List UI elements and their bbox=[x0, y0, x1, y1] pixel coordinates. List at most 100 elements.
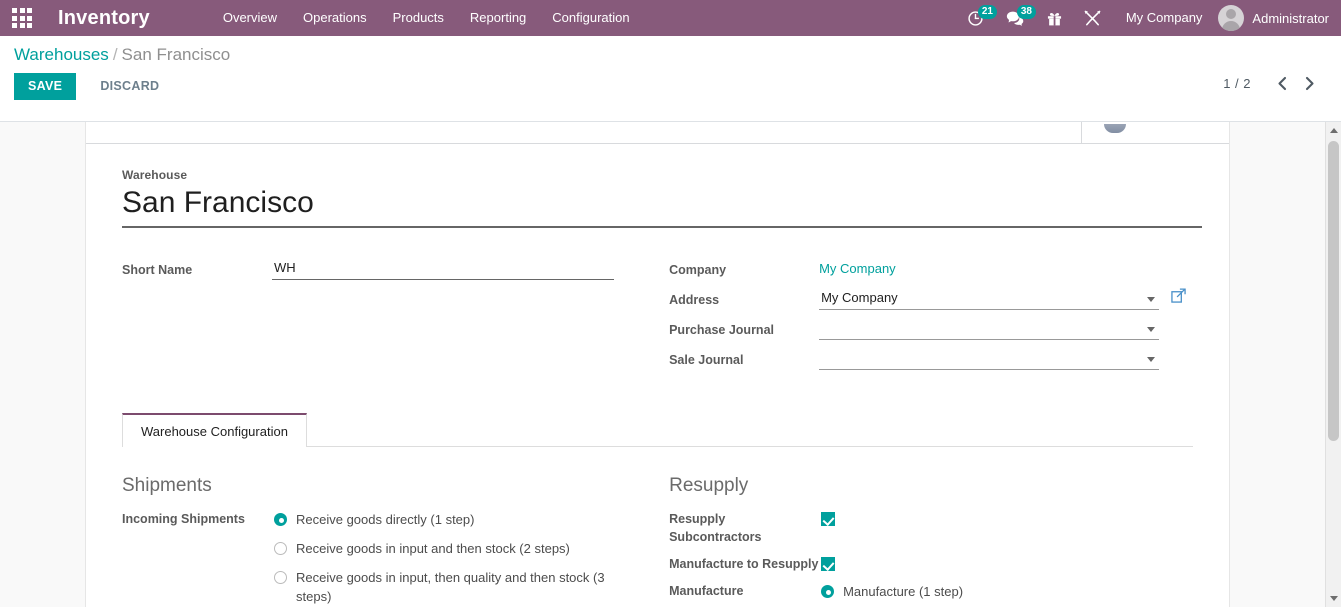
warehouse-name-input[interactable] bbox=[122, 184, 1202, 228]
menu-item-configuration[interactable]: Configuration bbox=[539, 0, 642, 36]
field-sale-journal: Sale Journal bbox=[669, 348, 1193, 373]
sale-journal-input[interactable] bbox=[819, 348, 1160, 370]
form-sheet: Warehouse Short Name bbox=[85, 122, 1230, 607]
menu-item-reporting[interactable]: Reporting bbox=[457, 0, 539, 36]
record-pager: 1 / 2 bbox=[1223, 76, 1323, 91]
radio-option-2-steps[interactable]: Receive goods in input and then stock (2… bbox=[274, 539, 641, 558]
manufacture-label: Manufacture bbox=[669, 584, 744, 598]
messages-menu[interactable]: 38 bbox=[995, 0, 1036, 36]
field-manufacture-to-resupply: Manufacture to Resupply bbox=[669, 554, 1193, 573]
menu-item-products[interactable]: Products bbox=[380, 0, 457, 36]
resupply-title: Resupply bbox=[669, 475, 749, 496]
field-purchase-journal: Purchase Journal bbox=[669, 318, 1193, 343]
gift-box-icon bbox=[1047, 12, 1061, 26]
short-name-input[interactable] bbox=[272, 258, 614, 280]
vertical-scrollbar[interactable] bbox=[1325, 122, 1341, 607]
pager-previous-button[interactable] bbox=[1269, 76, 1296, 91]
user-menu[interactable]: Administrator bbox=[1212, 5, 1329, 31]
gift-menu[interactable] bbox=[1036, 0, 1073, 36]
field-company: Company My Company bbox=[669, 258, 1193, 283]
breadcrumb-separator: / bbox=[112, 45, 118, 64]
shipments-group: Shipments Incoming Shipments Receive goo… bbox=[122, 473, 641, 607]
scroll-down-button[interactable] bbox=[1326, 590, 1341, 607]
menu-item-operations[interactable]: Operations bbox=[290, 0, 380, 36]
apps-grid-icon[interactable] bbox=[0, 0, 44, 36]
company-switcher[interactable]: My Company bbox=[1112, 0, 1213, 36]
address-label: Address bbox=[669, 293, 720, 307]
field-manufacture: Manufacture Manufacture (1 step) bbox=[669, 581, 1193, 601]
form-column-left: Short Name bbox=[122, 258, 641, 378]
scroll-up-arrow-icon bbox=[1329, 128, 1338, 133]
radio-label-1-step[interactable]: Receive goods directly (1 step) bbox=[287, 510, 474, 529]
avatar bbox=[1218, 5, 1245, 31]
field-resupply-subcontractors: Resupply Subcontractors bbox=[669, 509, 1193, 546]
manufacture-to-resupply-label: Manufacture to Resupply bbox=[669, 557, 819, 571]
purchase-journal-label: Purchase Journal bbox=[669, 323, 774, 337]
radio-icon-1-step[interactable] bbox=[274, 513, 287, 526]
external-link-icon bbox=[1171, 288, 1186, 303]
chevron-left-icon bbox=[1278, 76, 1287, 91]
radio-icon-2-steps[interactable] bbox=[274, 542, 287, 555]
smart-button-bar bbox=[86, 122, 1229, 144]
save-button[interactable]: SAVE bbox=[14, 73, 77, 100]
user-name-label: Administrator bbox=[1252, 10, 1329, 26]
crossed-tools-icon bbox=[1084, 10, 1101, 25]
radio-option-manufacture-1-step[interactable]: Manufacture (1 step) bbox=[821, 582, 1193, 601]
top-navbar: Inventory Overview Operations Products R… bbox=[0, 0, 1341, 36]
radio-label-2-steps[interactable]: Receive goods in input and then stock (2… bbox=[287, 539, 570, 558]
tab-warehouse-configuration[interactable]: Warehouse Configuration bbox=[122, 413, 307, 447]
breadcrumb-current: San Francisco bbox=[121, 45, 231, 64]
activities-menu[interactable]: 21 bbox=[956, 0, 997, 36]
scrollbar-thumb[interactable] bbox=[1328, 141, 1339, 441]
short-name-label: Short Name bbox=[122, 263, 193, 277]
pager-counter: 1 / 2 bbox=[1223, 76, 1251, 91]
notebook: Warehouse Configuration Shipments Incomi… bbox=[122, 412, 1193, 607]
field-incoming-shipments: Incoming Shipments Receive goods directl… bbox=[122, 509, 641, 607]
resupply-subcontractors-checkbox[interactable] bbox=[821, 511, 836, 526]
field-short-name: Short Name bbox=[122, 258, 641, 283]
address-input[interactable] bbox=[819, 288, 1160, 310]
sale-journal-dropdown[interactable] bbox=[819, 348, 1160, 370]
radio-label-manufacture-1-step[interactable]: Manufacture (1 step) bbox=[834, 582, 963, 601]
navbar-systray: 21 38 My Company Administrator bbox=[956, 0, 1341, 36]
record-action-buttons: SAVE DISCARD bbox=[14, 73, 1327, 100]
radio-option-1-step[interactable]: Receive goods directly (1 step) bbox=[274, 510, 641, 529]
chevron-right-icon bbox=[1305, 76, 1314, 91]
messages-count-badge: 38 bbox=[1016, 5, 1036, 19]
discard-button[interactable]: DISCARD bbox=[86, 73, 173, 100]
radio-label-3-steps[interactable]: Receive goods in input, then quality and… bbox=[287, 568, 607, 606]
resupply-group: Resupply Resupply Subcontractors Manufac… bbox=[669, 473, 1193, 607]
form-column-right: Company My Company Address My Company Pu… bbox=[669, 258, 1193, 378]
control-panel: Warehouses / San Francisco SAVE DISCARD 1 … bbox=[0, 36, 1341, 122]
warehouse-title-group: Warehouse bbox=[122, 168, 1202, 228]
purchase-journal-dropdown[interactable] bbox=[819, 318, 1160, 340]
address-external-link-button[interactable] bbox=[1171, 288, 1186, 308]
tab-panel-warehouse-configuration: Shipments Incoming Shipments Receive goo… bbox=[122, 447, 1193, 607]
breadcrumb: Warehouses / San Francisco bbox=[14, 44, 1327, 66]
smart-button[interactable] bbox=[1081, 122, 1226, 143]
purchase-journal-input[interactable] bbox=[819, 318, 1160, 340]
notebook-tabs: Warehouse Configuration bbox=[122, 412, 1193, 447]
warehouse-label: Warehouse bbox=[122, 168, 188, 182]
field-address: Address bbox=[669, 288, 1193, 313]
sale-journal-label: Sale Journal bbox=[669, 353, 744, 367]
menu-item-overview[interactable]: Overview bbox=[210, 0, 290, 36]
shipments-title: Shipments bbox=[122, 475, 212, 496]
company-value-link[interactable]: My Company bbox=[819, 261, 896, 276]
developer-tools-menu[interactable] bbox=[1073, 0, 1112, 36]
radio-icon-manufacture-1-step[interactable] bbox=[821, 585, 835, 598]
pager-next-button[interactable] bbox=[1296, 76, 1323, 91]
scroll-up-button[interactable] bbox=[1326, 122, 1341, 139]
manufacture-to-resupply-checkbox[interactable] bbox=[821, 556, 836, 571]
radio-option-3-steps[interactable]: Receive goods in input, then quality and… bbox=[274, 568, 641, 606]
address-dropdown[interactable] bbox=[819, 288, 1160, 310]
form-sheet-inner: Warehouse Short Name bbox=[86, 144, 1229, 607]
app-brand-title[interactable]: Inventory bbox=[44, 0, 158, 36]
company-label: Company bbox=[669, 263, 727, 277]
form-view-content: Warehouse Short Name bbox=[0, 122, 1341, 607]
scroll-down-arrow-icon bbox=[1329, 596, 1338, 601]
main-menu: Overview Operations Products Reporting C… bbox=[210, 0, 643, 36]
radio-icon-3-steps[interactable] bbox=[274, 571, 287, 584]
incoming-shipments-label: Incoming Shipments bbox=[122, 512, 245, 526]
breadcrumb-warehouses[interactable]: Warehouses bbox=[14, 45, 109, 64]
